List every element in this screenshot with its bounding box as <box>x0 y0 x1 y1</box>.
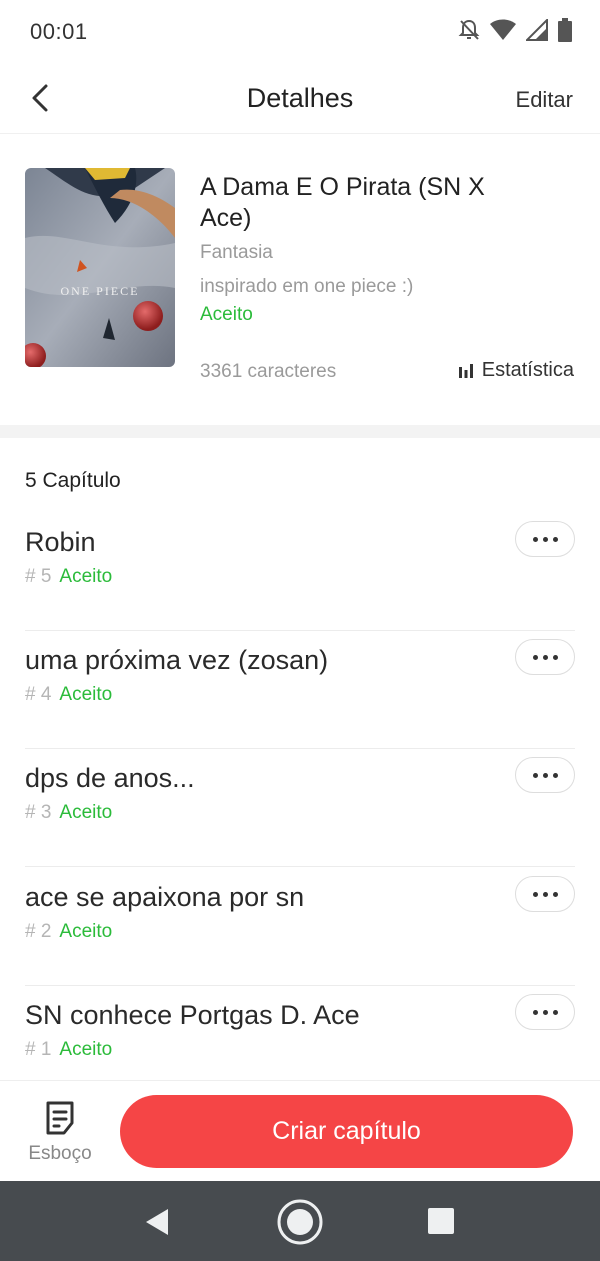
section-divider <box>0 425 600 438</box>
chapter-status: Aceito <box>59 802 113 823</box>
draft-note-icon <box>46 1101 74 1135</box>
nav-recents-icon[interactable] <box>428 1208 454 1234</box>
story-details: ONE PIECE A Dama E O Pirata (SN X Ace) F… <box>0 135 600 425</box>
chapter-meta: # 1 Aceito <box>25 1039 112 1061</box>
chapter-title: ace se apaixona por sn <box>25 882 305 912</box>
statistics-button[interactable]: Estatística <box>458 359 574 382</box>
story-character-count: 3361 caracteres <box>200 361 337 382</box>
chapter-divider <box>25 866 575 867</box>
chapter-more-button[interactable] <box>515 876 575 912</box>
chapter-more-button[interactable] <box>515 994 575 1030</box>
draft-button[interactable]: Esboço <box>20 1099 100 1169</box>
nav-home-icon[interactable] <box>276 1198 324 1246</box>
chapter-item[interactable]: uma próxima vez (zosan) # 4 Aceito <box>0 631 600 749</box>
story-description: inspirado em one piece :) <box>200 276 414 297</box>
battery-icon <box>558 18 572 42</box>
chapter-meta: # 4 Aceito <box>25 684 112 706</box>
chapter-item[interactable]: Robin # 5 Aceito <box>0 513 600 631</box>
chapter-item[interactable]: dps de anos... # 3 Aceito <box>0 749 600 867</box>
system-nav-bar <box>0 1181 600 1261</box>
chapter-status: Aceito <box>59 1039 113 1060</box>
notifications-off-icon <box>458 19 480 40</box>
cover-text: ONE PIECE <box>61 284 140 298</box>
chapter-status: Aceito <box>59 566 113 587</box>
chapter-more-button[interactable] <box>515 521 575 557</box>
chapter-status: Aceito <box>59 684 113 705</box>
status-icons <box>458 18 572 42</box>
statistics-label: Estatística <box>481 359 574 381</box>
chapter-meta: # 3 Aceito <box>25 802 112 824</box>
story-cover-image[interactable]: ONE PIECE <box>25 168 175 367</box>
status-bar: 00:01 <box>0 0 600 64</box>
status-time: 00:01 <box>30 19 88 44</box>
create-chapter-button[interactable]: Criar capítulo <box>120 1095 573 1168</box>
chapter-more-button[interactable] <box>515 757 575 793</box>
chapter-number: # 1 <box>25 1039 52 1060</box>
chapter-number: # 5 <box>25 566 52 587</box>
bottom-action-bar: Esboço Criar capítulo <box>0 1080 600 1181</box>
chapter-number: # 2 <box>25 921 52 942</box>
draft-label: Esboço <box>28 1143 92 1164</box>
cell-signal-icon <box>526 19 548 41</box>
chapters-count: 5 Capítulo <box>25 469 121 492</box>
story-title: A Dama E O Pirata (SN X Ace) <box>200 173 485 232</box>
chapter-title: SN conhece Portgas D. Ace <box>25 1000 360 1030</box>
chapter-number: # 4 <box>25 684 52 705</box>
chapter-title: Robin <box>25 527 96 557</box>
bar-chart-icon <box>458 363 473 378</box>
chapter-status: Aceito <box>59 921 113 942</box>
chapter-title: dps de anos... <box>25 763 195 793</box>
edit-button[interactable]: Editar <box>516 87 573 113</box>
chapter-meta: # 5 Aceito <box>25 566 112 588</box>
chapter-more-button[interactable] <box>515 639 575 675</box>
chapter-meta: # 2 Aceito <box>25 921 112 943</box>
app-header: Detalhes Editar <box>0 64 600 134</box>
wifi-icon <box>490 19 516 40</box>
story-status: Aceito <box>200 304 253 325</box>
story-genre: Fantasia <box>200 242 273 263</box>
nav-back-icon[interactable] <box>145 1208 169 1236</box>
chapter-number: # 3 <box>25 802 52 823</box>
chapter-title: uma próxima vez (zosan) <box>25 645 329 675</box>
chapter-item[interactable]: ace se apaixona por sn # 2 Aceito <box>0 868 600 986</box>
page-title: Detalhes <box>246 83 354 113</box>
